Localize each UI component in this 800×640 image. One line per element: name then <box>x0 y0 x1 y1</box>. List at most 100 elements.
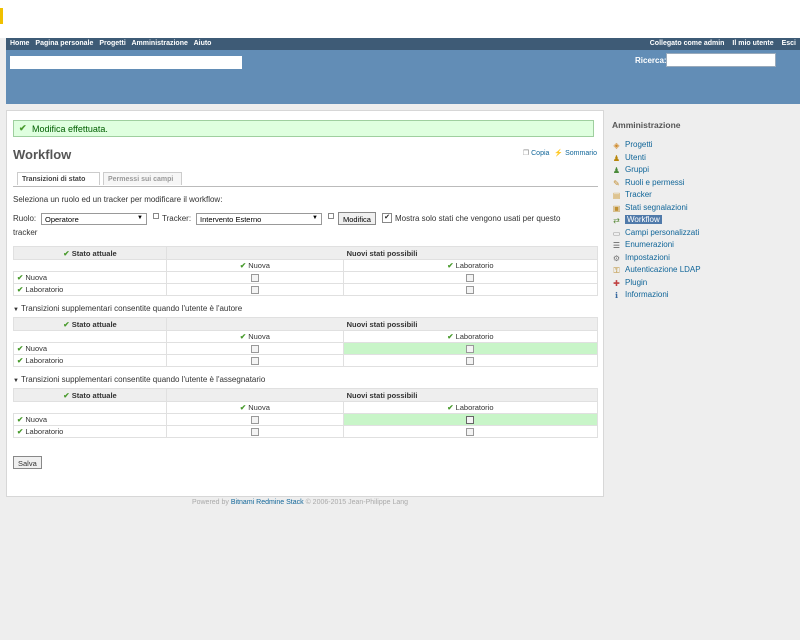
table-row: ✔ Nuova <box>13 342 599 355</box>
top-menu-help[interactable]: Aiuto <box>194 40 212 47</box>
row-header-laboratorio[interactable]: ✔ Laboratorio <box>13 283 167 296</box>
current-status-header: ✔ Stato attuale <box>13 246 167 260</box>
transition-checkbox[interactable] <box>250 416 259 424</box>
top-menu: Home Pagina personale Progetti Amministr… <box>6 38 800 50</box>
role-label: Ruolo: <box>13 214 37 223</box>
role-multi-toggle-icon[interactable] <box>153 213 159 219</box>
row-header-nuova[interactable]: ✔ Nuova <box>13 271 167 284</box>
sidebar-item-informazioni[interactable]: ℹ Informazioni <box>612 290 792 303</box>
transition-checkbox[interactable] <box>250 274 259 282</box>
column-header-nuova[interactable]: ✔ Nuova <box>166 401 344 414</box>
sidebar-item-plugin[interactable]: ✚ Plugin <box>612 278 792 291</box>
footer-link[interactable]: Bitnami Redmine Stack <box>231 499 304 506</box>
site-title-bar <box>10 56 242 69</box>
search-input[interactable] <box>666 53 776 67</box>
dropdown-arrow-icon: ▼ <box>312 215 318 221</box>
check-icon: ✔ <box>17 273 24 282</box>
current-status-header: ✔ Stato attuale <box>13 317 167 331</box>
sidebar-item-ruoli-e-permessi[interactable]: ✎ Ruoli e permessi <box>612 178 792 191</box>
column-header-nuova[interactable]: ✔ Nuova <box>166 330 344 343</box>
used-statuses-checkbox[interactable]: ✔ <box>382 213 392 223</box>
top-menu-administration[interactable]: Amministrazione <box>131 40 187 47</box>
header: Ricerca: <box>6 50 800 104</box>
tracker-icon: ▤ <box>612 191 621 200</box>
sidebar-item-label: Utenti <box>625 152 646 162</box>
sidebar-item-enumerazioni[interactable]: ☰ Enumerazioni <box>612 240 792 253</box>
search-label: Ricerca: <box>635 56 667 65</box>
tab-status-transitions[interactable]: Transizioni di stato <box>17 172 100 185</box>
table-row: ✔ Laboratorio <box>13 354 599 367</box>
sidebar-item-utenti[interactable]: ♟ Utenti <box>612 153 792 166</box>
sidebar-item-label: Campi personalizzati <box>625 227 700 237</box>
sidebar-item-progetti[interactable]: ◈ Progetti <box>612 140 792 153</box>
new-statuses-header: Nuovi stati possibili <box>166 317 598 331</box>
sidebar-item-gruppi[interactable]: ♟ Gruppi <box>612 165 792 178</box>
flash-notice: ✔ Modifica effettuata. <box>13 120 594 137</box>
section-title-author[interactable]: ▼ Transizioni supplementari consentite q… <box>13 304 242 313</box>
role-select[interactable]: Operatore ▼ <box>41 213 147 225</box>
tracker-multi-toggle-icon[interactable] <box>328 213 334 219</box>
transition-checkbox[interactable] <box>466 274 475 282</box>
transition-checkbox[interactable] <box>250 428 259 436</box>
transition-checkbox[interactable] <box>466 286 475 294</box>
blank-header-cell <box>14 260 167 272</box>
modify-button[interactable]: Modifica <box>338 212 376 225</box>
row-header-laboratorio[interactable]: ✔ Laboratorio <box>13 354 167 367</box>
users-icon: ♟ <box>612 153 621 163</box>
logout-link[interactable]: Esci <box>782 40 796 47</box>
section-title-assignee[interactable]: ▼ Transizioni supplementari consentite q… <box>13 375 265 384</box>
tracker-select[interactable]: Intervento Esterno ▼ <box>196 213 322 225</box>
sidebar-item-autenticazione-ldap[interactable]: ⚿ Autenticazione LDAP <box>612 265 792 278</box>
page-title: Workflow <box>13 147 72 162</box>
transition-checkbox[interactable] <box>466 428 475 436</box>
column-header-laboratorio[interactable]: ✔ Laboratorio <box>342 330 599 343</box>
transition-checkbox[interactable] <box>466 345 475 353</box>
my-account-link[interactable]: Il mio utente <box>732 40 773 47</box>
sidebar: Amministrazione ◈ Progetti ♟ Utenti ♟ Gruppi ✎… <box>612 120 792 303</box>
row-header-nuova[interactable]: ✔ Nuova <box>13 342 167 355</box>
role-select-value: Operatore <box>45 215 79 224</box>
account-menu: Collegato come admin Il mio utente Esci <box>644 40 796 47</box>
transition-checkbox[interactable] <box>250 286 259 294</box>
table-row: ✔ Laboratorio <box>13 425 599 438</box>
roles-icon: ✎ <box>613 178 620 188</box>
top-menu-projects[interactable]: Progetti <box>99 40 125 47</box>
transition-cell-highlighted <box>342 413 599 426</box>
check-icon: ✔ <box>63 319 70 329</box>
transition-cell <box>342 425 599 438</box>
transition-checkbox[interactable] <box>250 345 259 353</box>
top-menu-home[interactable]: Home <box>10 40 29 47</box>
transition-cell <box>166 425 344 438</box>
tab-field-permissions[interactable]: Permessi sui campi <box>103 172 182 185</box>
transition-checkbox[interactable] <box>250 357 259 365</box>
row-header-nuova[interactable]: ✔ Nuova <box>13 413 167 426</box>
workflow-table-default: ✔ Stato attuale Nuovi stati possibili ✔ … <box>13 246 599 296</box>
used-statuses-label: Mostra solo stati che vengono usati per … <box>395 214 561 223</box>
sidebar-item-tracker[interactable]: ▤ Tracker <box>612 190 792 203</box>
tabs-divider <box>13 186 598 187</box>
blank-header-cell <box>14 331 167 343</box>
summary-link[interactable]: Sommario <box>565 150 597 157</box>
custom-fields-icon: ▭ <box>612 228 621 238</box>
transition-cell <box>342 271 599 284</box>
transition-checkbox[interactable] <box>466 416 475 424</box>
save-button[interactable]: Salva <box>13 456 42 469</box>
sidebar-item-impostazioni[interactable]: ⚙ Impostazioni <box>612 253 792 266</box>
sidebar-item-stati-segnalazioni[interactable]: ▣ Stati segnalazioni <box>612 203 792 216</box>
groups-icon: ♟ <box>612 166 621 175</box>
logged-user-link[interactable]: admin <box>704 40 725 47</box>
check-icon: ✔ <box>17 285 24 294</box>
sidebar-item-label: Progetti <box>625 140 653 149</box>
copy-link[interactable]: Copia <box>531 150 549 157</box>
column-header-laboratorio[interactable]: ✔ Laboratorio <box>342 401 599 414</box>
check-icon: ✔ <box>19 123 27 133</box>
sidebar-item-campi-personalizzati[interactable]: ▭ Campi personalizzati <box>612 228 792 241</box>
row-header-laboratorio[interactable]: ✔ Laboratorio <box>13 425 167 438</box>
sidebar-item-workflow[interactable]: ⇄ Workflow <box>612 215 792 228</box>
tracker-select-value: Intervento Esterno <box>200 215 262 224</box>
column-header-laboratorio[interactable]: ✔ Laboratorio <box>342 259 599 272</box>
transition-checkbox[interactable] <box>466 357 475 365</box>
column-header-nuova[interactable]: ✔ Nuova <box>166 259 344 272</box>
top-menu-my-page[interactable]: Pagina personale <box>35 40 93 47</box>
check-icon: ✔ <box>17 427 24 436</box>
